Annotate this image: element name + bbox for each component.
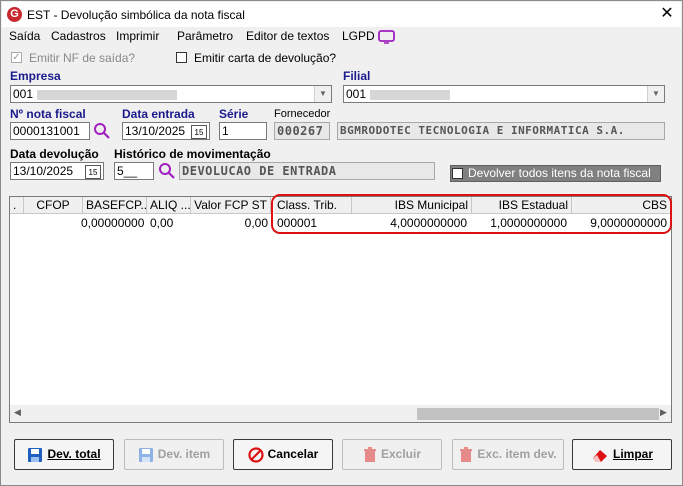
menu-lgpd[interactable]: LGPD xyxy=(342,29,375,43)
historico-description: DEVOLUCAO DE ENTRADA xyxy=(179,162,435,180)
trash-icon xyxy=(460,446,473,462)
scroll-right-icon[interactable]: ▶ xyxy=(660,407,667,418)
cancelar-label: Cancelar xyxy=(267,447,319,461)
close-icon[interactable]: ✕ xyxy=(657,4,677,24)
calendar-icon[interactable]: 15 xyxy=(191,125,207,139)
historico-code-input[interactable]: 5__ xyxy=(114,162,154,180)
window: G EST - Devolução simbólica da nota fisc… xyxy=(0,0,683,486)
highlight-annotation xyxy=(271,194,672,234)
devolver-todos-label[interactable]: Devolver todos itens da nota fiscal xyxy=(468,166,651,180)
cell-aliq: 0,00 xyxy=(150,216,174,230)
data-devolucao-value: 13/10/2025 xyxy=(13,164,74,178)
search-icon[interactable] xyxy=(158,162,176,180)
fornecedor-name: BGMRODOTEC TECNOLOGIA E INFORMATICA S.A. xyxy=(337,122,665,140)
filial-value: 001 xyxy=(346,87,367,101)
menu-imprimir[interactable]: Imprimir xyxy=(116,29,159,43)
scrollbar-thumb[interactable] xyxy=(417,408,659,420)
menu-parametro[interactable]: Parâmetro xyxy=(177,29,233,43)
app-logo-icon: G xyxy=(7,7,22,22)
cancel-icon xyxy=(248,447,264,463)
chevron-down-icon[interactable]: ▼ xyxy=(314,86,331,102)
grid-header-cfop[interactable]: CFOP xyxy=(24,197,83,214)
save-icon xyxy=(28,447,43,462)
cell-cfop xyxy=(24,215,83,231)
fornecedor-label: Fornecedor xyxy=(274,108,331,120)
scroll-left-icon[interactable]: ◀ xyxy=(14,407,21,418)
grid-header-indicator[interactable]: . xyxy=(10,197,24,214)
cancelar-button[interactable]: Cancelar xyxy=(233,439,333,470)
eraser-icon xyxy=(592,449,607,462)
exc-item-dev-button[interactable]: Exc. item dev. xyxy=(452,439,564,470)
data-entrada-input[interactable]: 13/10/2025 15 xyxy=(122,122,210,140)
data-devolucao-input[interactable]: 13/10/2025 15 xyxy=(10,162,104,180)
fornecedor-code: 000267 xyxy=(274,122,330,140)
filial-label: Filial xyxy=(343,69,371,83)
empresa-redacted xyxy=(37,90,177,100)
historico-label: Histórico de movimentação xyxy=(114,147,271,161)
menu-editor-textos[interactable]: Editor de textos xyxy=(246,29,329,43)
cell-valor-fcp-st: 0,00 xyxy=(244,216,268,230)
data-entrada-value: 13/10/2025 xyxy=(125,124,186,138)
filial-select[interactable]: 001 ▼ xyxy=(343,85,665,103)
exc-item-dev-label: Exc. item dev. xyxy=(477,447,557,461)
grid-header-basefcp[interactable]: BASEFCP... xyxy=(83,197,147,214)
data-entrada-label: Data entrada xyxy=(122,107,195,121)
save-icon xyxy=(138,447,153,462)
empresa-value: 001 xyxy=(13,87,34,101)
emitir-carta-label: Emitir carta de devolução? xyxy=(194,51,337,65)
dev-item-button[interactable]: Dev. item xyxy=(124,439,224,470)
devolver-todos-checkbox[interactable] xyxy=(452,168,463,179)
menu-saida[interactable]: Saída xyxy=(9,29,40,43)
nota-fiscal-label: Nº nota fiscal xyxy=(10,107,86,121)
window-title: EST - Devolução simbólica da nota fiscal xyxy=(27,8,245,22)
trash-icon xyxy=(363,446,376,462)
excluir-label: Excluir xyxy=(380,447,422,461)
serie-label: Série xyxy=(219,107,249,121)
chevron-down-icon[interactable]: ▼ xyxy=(647,86,664,102)
dev-total-label: Dev. total xyxy=(47,447,101,461)
calendar-icon[interactable]: 15 xyxy=(85,165,101,179)
emitir-carta-checkbox[interactable] xyxy=(176,52,187,63)
limpar-label: Limpar xyxy=(612,447,653,461)
search-icon[interactable] xyxy=(93,122,111,140)
monitor-icon[interactable] xyxy=(378,30,396,44)
emitir-nf-saida-checkbox[interactable]: ✓ xyxy=(11,52,22,63)
grid-header-aliq[interactable]: ALIQ ... xyxy=(147,197,191,214)
empresa-label: Empresa xyxy=(10,69,61,83)
limpar-button[interactable]: Limpar xyxy=(572,439,672,470)
serie-input[interactable]: 1 xyxy=(219,122,267,140)
emitir-nf-saida-label: Emitir NF de saída? xyxy=(29,51,136,65)
excluir-button[interactable]: Excluir xyxy=(342,439,442,470)
empresa-select[interactable]: 001 ▼ xyxy=(10,85,332,103)
dev-total-button[interactable]: Dev. total xyxy=(14,439,114,470)
horizontal-scrollbar[interactable]: ◀ ▶ xyxy=(10,405,671,422)
grid-header-valor-fcp-st[interactable]: Valor FCP ST xyxy=(191,197,271,214)
dev-item-label: Dev. item xyxy=(157,447,211,461)
nota-fiscal-input[interactable]: 0000131001 xyxy=(10,122,90,140)
data-devolucao-label: Data devolução xyxy=(10,147,99,161)
filial-redacted xyxy=(370,90,450,100)
title-bar: G EST - Devolução simbólica da nota fisc… xyxy=(2,2,681,27)
menu-cadastros[interactable]: Cadastros xyxy=(51,29,106,43)
cell-basefcp: 0,00000000 xyxy=(81,216,145,230)
